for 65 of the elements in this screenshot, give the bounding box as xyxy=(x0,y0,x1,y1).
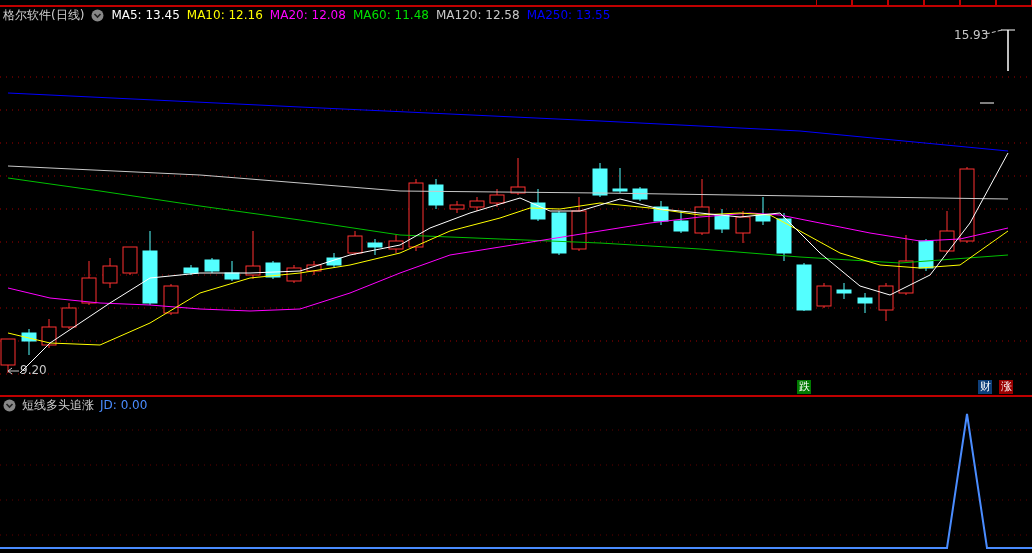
indicator-value: MA60: 11.48 xyxy=(352,8,429,22)
tab-stub[interactable] xyxy=(852,0,888,5)
candlestick xyxy=(836,282,852,300)
indicator-value: MA120: 12.58 xyxy=(435,8,520,22)
indicator-value: MA250: 13.55 xyxy=(526,8,611,22)
chevron-down-icon[interactable] xyxy=(3,398,16,412)
tab-stub[interactable] xyxy=(924,0,960,5)
candlestick xyxy=(489,188,505,208)
chart-title: 格尔软件(日线) xyxy=(3,6,85,24)
candlestick xyxy=(428,178,444,210)
candlestick xyxy=(551,210,567,256)
low-price-label: 9.20 xyxy=(20,363,47,377)
candlestick xyxy=(857,292,873,314)
candlestick xyxy=(816,282,832,309)
indicator-value: MA5: 13.45 xyxy=(111,8,180,22)
candlestick xyxy=(122,246,138,276)
candlestick xyxy=(878,282,894,322)
candlestick xyxy=(326,252,342,268)
candlestick xyxy=(632,186,648,202)
candlestick xyxy=(449,200,465,214)
candlestick xyxy=(510,157,526,196)
candlestick xyxy=(939,210,955,254)
candlestick xyxy=(653,200,669,226)
candlestick xyxy=(286,264,302,284)
candlestick xyxy=(694,178,710,236)
candlestick xyxy=(61,302,77,330)
candlestick xyxy=(81,260,97,306)
indicator-title: 短线多头追涨 xyxy=(22,396,94,414)
candlestick xyxy=(21,328,37,356)
candlestick xyxy=(776,212,792,262)
indicator-value: MA20: 12.08 xyxy=(269,8,346,22)
candlestick xyxy=(367,238,383,256)
indicator-value: MA10: 12.16 xyxy=(186,8,263,22)
chevron-down-icon[interactable] xyxy=(91,8,105,22)
tab-stub[interactable] xyxy=(816,0,852,5)
signal-badge: 涨 xyxy=(999,380,1013,394)
candlestick xyxy=(245,230,261,280)
candlestick xyxy=(183,264,199,276)
candlestick xyxy=(612,167,628,194)
candlestick xyxy=(388,234,404,254)
candlestick xyxy=(41,318,57,349)
signal-badge: 跌 xyxy=(797,380,811,394)
signal-badge: 财 xyxy=(978,380,992,394)
tab-stub[interactable] xyxy=(960,0,996,5)
candlestick xyxy=(204,257,220,274)
candlestick xyxy=(530,188,546,222)
candlestick xyxy=(306,260,322,276)
candlestick xyxy=(673,210,689,234)
candlestick xyxy=(571,196,587,252)
price-tick xyxy=(979,102,995,104)
candlestick xyxy=(755,196,771,226)
tab-stub[interactable] xyxy=(888,0,924,5)
low-price-arrow-icon xyxy=(7,367,20,375)
indicator-value: JD: 0.00 xyxy=(100,398,148,412)
candlestick xyxy=(735,210,751,244)
tab-stub[interactable] xyxy=(996,0,1032,5)
candlestick xyxy=(224,260,240,282)
candlestick xyxy=(347,230,363,256)
candlestick xyxy=(898,234,914,296)
candlestick xyxy=(102,257,118,289)
high-price-label: 15.93 xyxy=(954,28,989,42)
candlestick xyxy=(469,196,485,212)
candlestick xyxy=(796,262,812,312)
candlestick xyxy=(714,208,730,234)
candlestick xyxy=(592,162,608,198)
